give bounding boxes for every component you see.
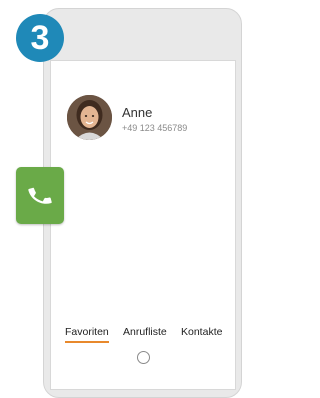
phone-handset-icon bbox=[28, 187, 52, 204]
contact-avatar bbox=[67, 95, 112, 140]
contact-phone-number: +49 123 456789 bbox=[122, 123, 188, 133]
tab-anrufliste[interactable]: Anrufliste bbox=[123, 326, 167, 341]
person-avatar-icon bbox=[67, 95, 112, 140]
contact-name: Anne bbox=[122, 105, 153, 120]
home-button[interactable] bbox=[137, 351, 150, 364]
tab-favoriten[interactable]: Favoriten bbox=[65, 326, 109, 343]
contact-entry[interactable]: Anne +49 123 456789 bbox=[67, 95, 227, 141]
step-number-badge: 3 bbox=[16, 14, 64, 62]
bottom-tab-bar: Favoriten Anrufliste Kontakte bbox=[57, 326, 232, 344]
call-button[interactable] bbox=[16, 167, 64, 224]
tab-kontakte[interactable]: Kontakte bbox=[181, 326, 222, 341]
